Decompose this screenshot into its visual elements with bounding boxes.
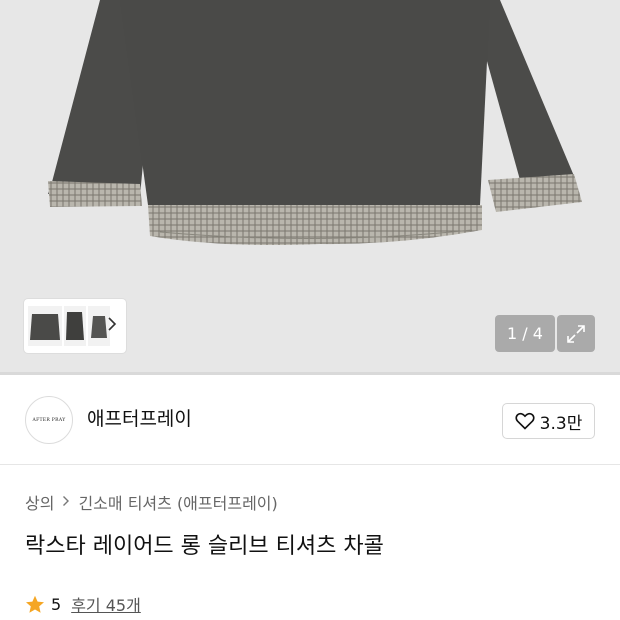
thumbnail-image[interactable] xyxy=(28,306,62,346)
breadcrumb-subcategory[interactable]: 긴소매 티셔츠 (애프터프레이) xyxy=(78,490,277,514)
like-count: 3.3만 xyxy=(539,413,583,434)
brand-name[interactable]: 애프터프레이 xyxy=(87,406,192,432)
expand-button[interactable] xyxy=(557,315,595,352)
like-button[interactable]: 3.3만 xyxy=(502,403,595,439)
chevron-right-icon xyxy=(62,493,70,511)
product-image-gallery[interactable]: 1 / 4 xyxy=(0,0,620,372)
review-count-link[interactable]: 후기 45개 xyxy=(71,592,141,616)
product-title: 락스타 레이어드 롱 슬리브 티셔츠 차콜 xyxy=(25,534,384,559)
rating-row: 5 후기 45개 xyxy=(25,592,141,616)
thumbnail-strip[interactable] xyxy=(24,299,126,353)
divider xyxy=(0,372,620,375)
heart-icon xyxy=(515,412,535,430)
rating-value: 5 xyxy=(51,594,62,614)
brand-logo[interactable]: AFTER PRAY xyxy=(25,396,73,444)
brand-row: AFTER PRAY 애프터프레이 3.3만 xyxy=(0,376,620,465)
star-icon xyxy=(26,595,44,613)
expand-icon xyxy=(567,324,585,343)
thumbnail-image[interactable] xyxy=(64,306,86,346)
image-counter: 1 / 4 xyxy=(495,315,555,352)
chevron-right-icon[interactable] xyxy=(104,316,120,336)
breadcrumb: 상의 긴소매 티셔츠 (애프터프레이) xyxy=(25,490,278,514)
brand-logo-text: AFTER PRAY xyxy=(32,417,66,423)
breadcrumb-category[interactable]: 상의 xyxy=(25,490,54,514)
